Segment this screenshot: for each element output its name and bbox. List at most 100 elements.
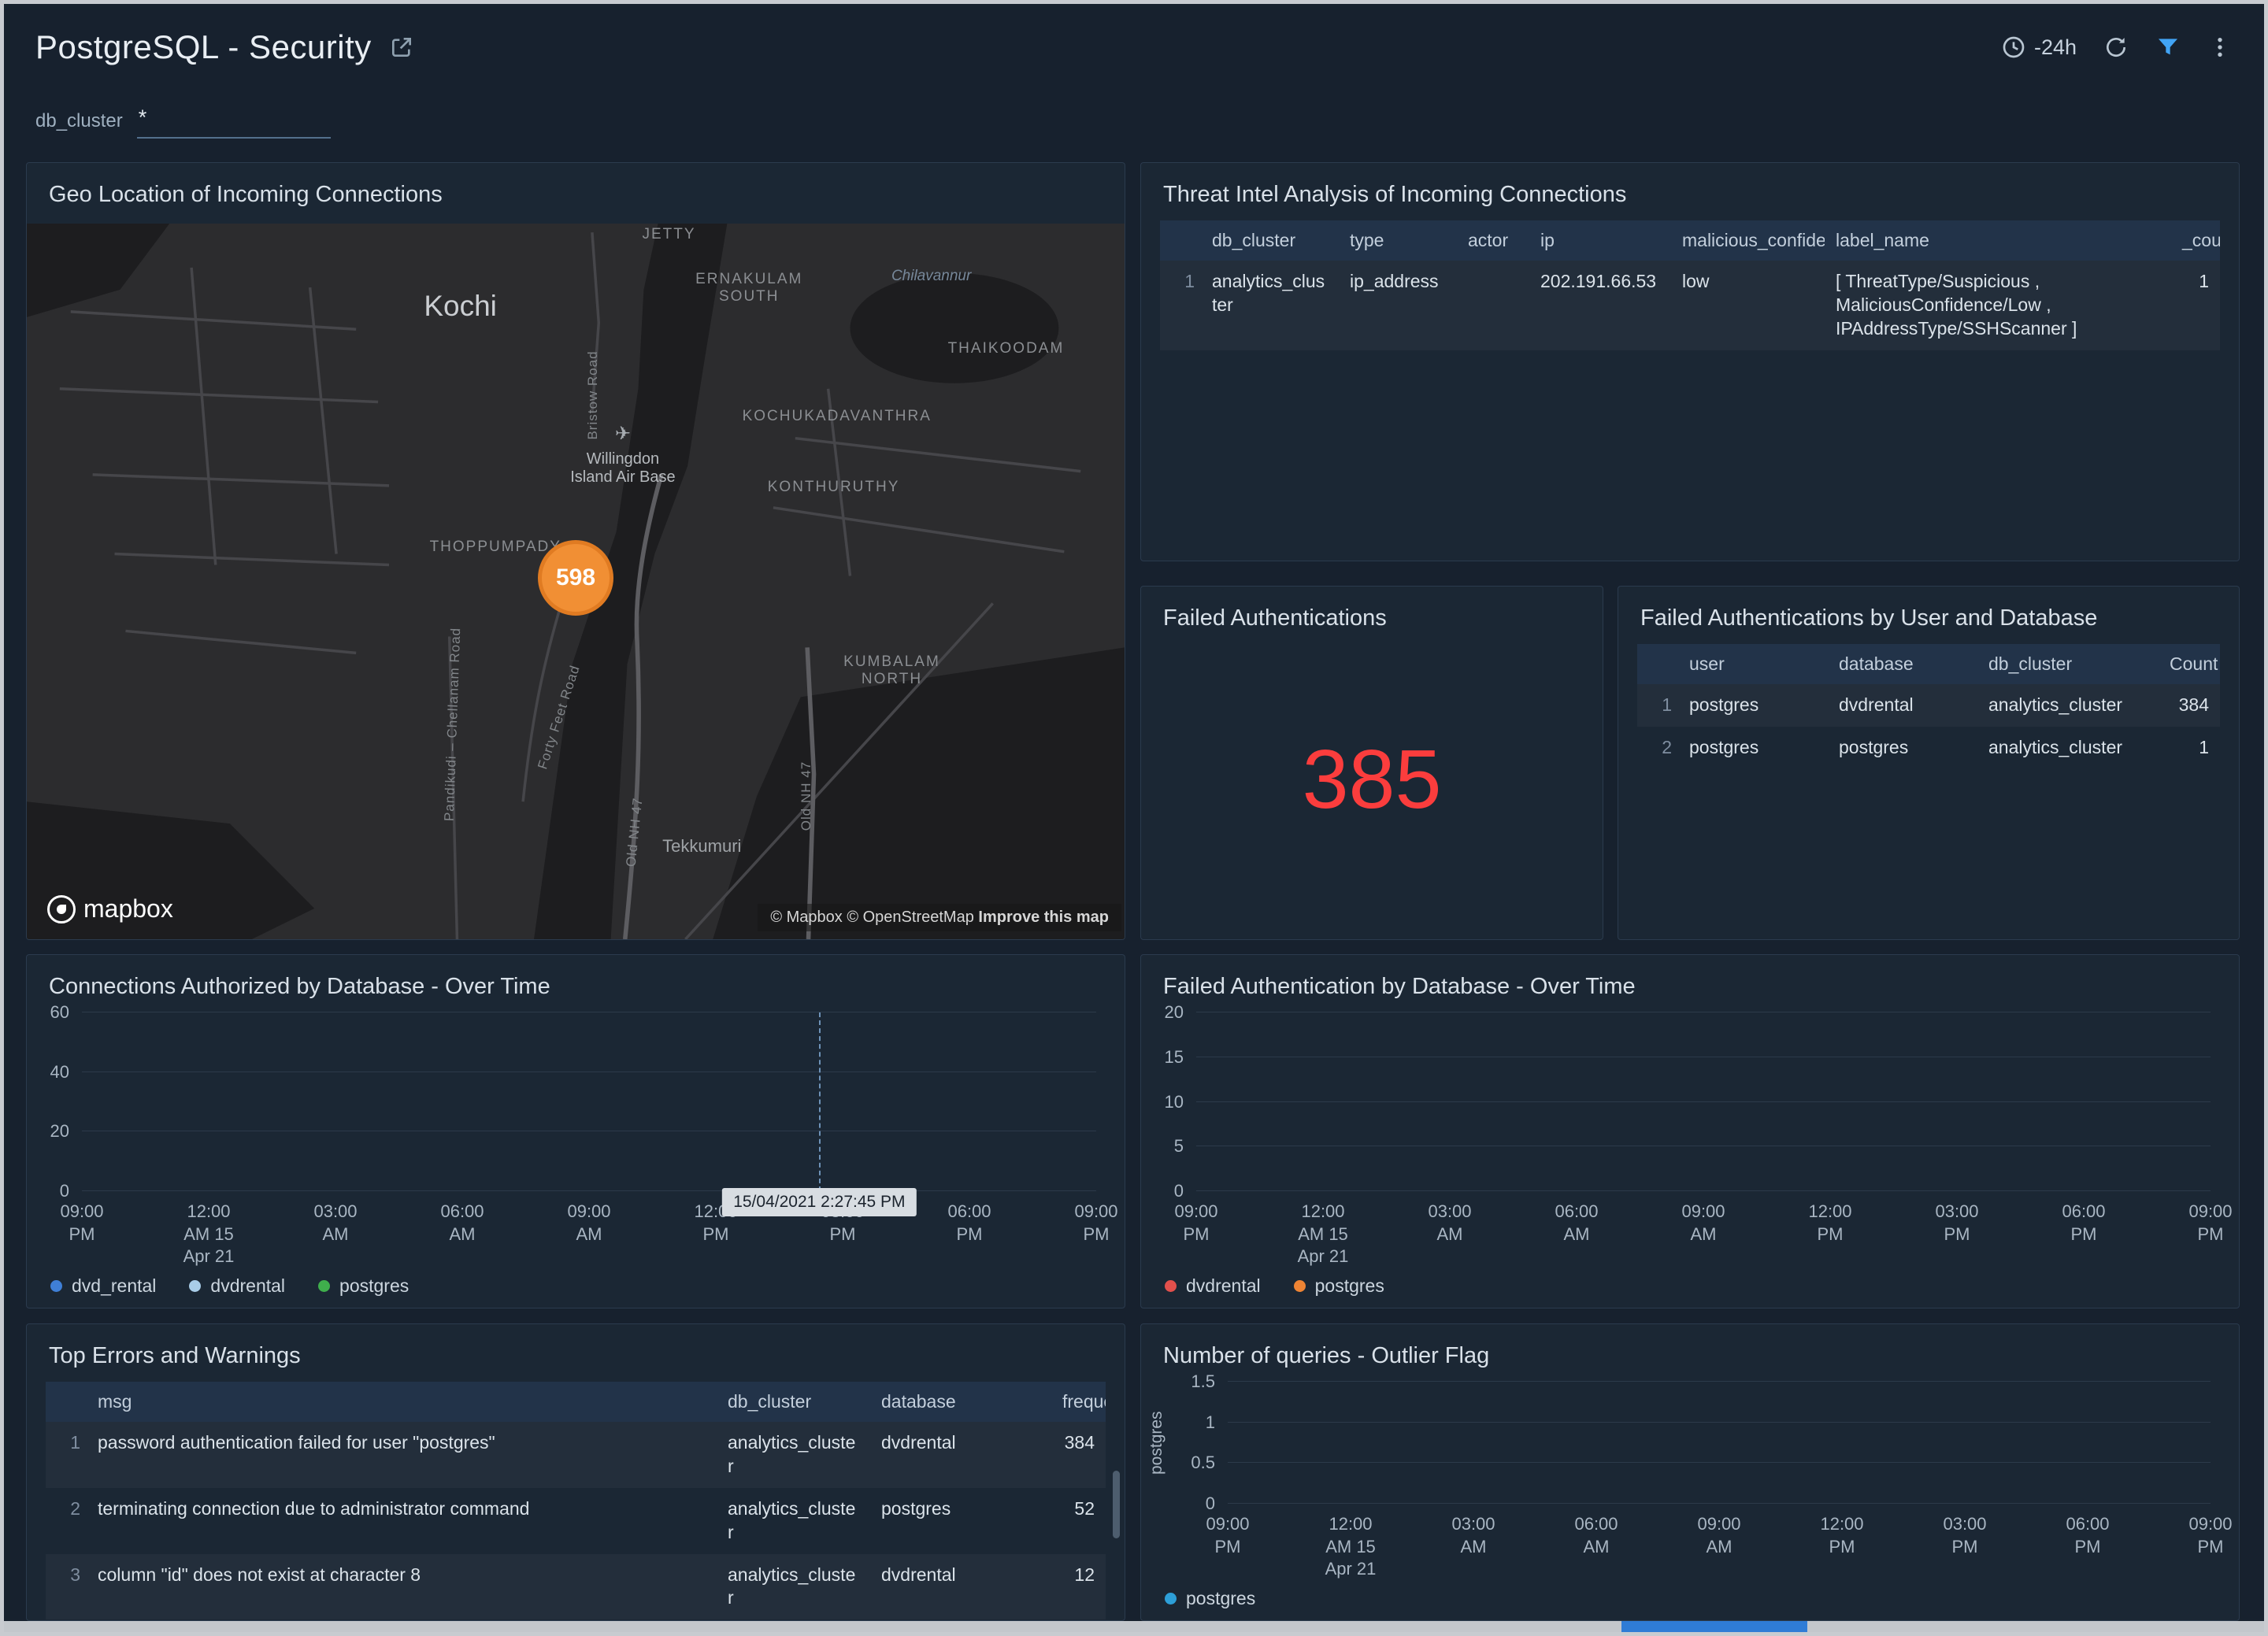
y-tick-label: 5 xyxy=(1174,1136,1184,1157)
x-tick-label: 06:00 AM xyxy=(435,1201,490,1246)
x-axis: 09:00 PM12:00 AM 15 Apr 2103:00 AM06:00 … xyxy=(1228,1504,2211,1576)
y-tick-label: 1 xyxy=(1206,1412,1215,1433)
time-cursor-line xyxy=(819,1012,821,1191)
table-header-row: msgdb_clusterdatabasefrequency xyxy=(46,1382,1106,1422)
x-tick-label: 09:00 AM xyxy=(561,1201,617,1246)
table-row[interactable]: 3column "id" does not exist at character… xyxy=(46,1554,1106,1620)
table-cell: postgres xyxy=(1678,684,1828,727)
y-axis: 00.511.5 xyxy=(1173,1382,1228,1504)
map-place-label: ✈ xyxy=(615,423,631,446)
plot-area[interactable] xyxy=(1196,1012,2211,1191)
column-header[interactable]: msg xyxy=(87,1382,717,1422)
horizontal-scrollbar-thumb[interactable] xyxy=(1621,1621,1807,1632)
x-tick-label: 06:00 AM xyxy=(1569,1513,1624,1558)
horizontal-scrollbar[interactable] xyxy=(4,1621,2264,1632)
plot-area[interactable] xyxy=(82,1012,1096,1191)
legend-item[interactable]: dvdrental xyxy=(189,1275,285,1297)
threat-intel-table: db_clustertypeactoripmalicious_confidenc… xyxy=(1160,220,2220,350)
column-header[interactable]: ip xyxy=(1529,220,1671,261)
filter-button[interactable] xyxy=(2155,35,2181,60)
table-cell: 1 xyxy=(2159,727,2220,769)
y-tick-label: 20 xyxy=(1165,1002,1184,1023)
x-tick-label: 09:00 PM xyxy=(54,1201,109,1246)
row-index: 1 xyxy=(46,1422,87,1488)
x-tick-label: 12:00 AM 15 Apr 21 xyxy=(1295,1201,1351,1268)
column-header[interactable]: database xyxy=(870,1382,1051,1422)
improve-map-link[interactable]: Improve this map xyxy=(978,909,1109,926)
x-tick-label: 09:00 PM xyxy=(1200,1513,1255,1558)
more-options-button[interactable] xyxy=(2207,35,2233,60)
table-cell xyxy=(1457,261,1529,350)
connections-over-time-chart: 0204060 09:00 PM12:00 AM 15 Apr 2103:00 … xyxy=(27,1012,1125,1308)
page-title: PostgreSQL - Security xyxy=(35,28,372,66)
outlier-flag-chart: postgres 00.511.5 09:00 PM12:00 AM 15 Ap… xyxy=(1141,1382,2239,1620)
legend-dot xyxy=(50,1280,62,1292)
table-row[interactable]: 2postgrespostgresanalytics_cluster1 xyxy=(1637,727,2220,769)
column-header[interactable]: malicious_confidence xyxy=(1671,220,1825,261)
table-cell: dvdrental xyxy=(1828,684,1977,727)
column-header[interactable]: frequency xyxy=(1051,1382,1106,1422)
column-header[interactable]: Count xyxy=(2159,644,2220,684)
map-place-label: Old NH 47 xyxy=(624,797,647,868)
failed-authentications-count: 385 xyxy=(1141,644,1603,939)
table-row[interactable]: 1postgresdvdrentalanalytics_cluster384 xyxy=(1637,684,2220,727)
panel-title: Geo Location of Incoming Connections xyxy=(27,163,1125,220)
table-header-row: db_clustertypeactoripmalicious_confidenc… xyxy=(1160,220,2220,261)
column-header[interactable]: db_cluster xyxy=(1977,644,2159,684)
x-tick-label: 09:00 AM xyxy=(1692,1513,1747,1558)
map-place-label: ERNAKULAM SOUTH xyxy=(695,271,802,305)
table-row[interactable]: 1password authentication failed for user… xyxy=(46,1422,1106,1488)
share-icon[interactable] xyxy=(389,35,414,60)
legend-item[interactable]: postgres xyxy=(1294,1275,1384,1297)
table-cell: low xyxy=(1671,261,1825,350)
mapbox-logo-text: mapbox xyxy=(83,894,173,923)
column-header[interactable]: db_cluster xyxy=(1201,220,1339,261)
table-cell: password authentication failed for user … xyxy=(87,1422,717,1488)
x-tick-label: 09:00 PM xyxy=(1069,1201,1124,1246)
table-scrollbar-thumb[interactable] xyxy=(1113,1471,1120,1538)
db-cluster-filter-input[interactable]: * xyxy=(137,104,331,139)
legend-item[interactable]: dvdrental xyxy=(1165,1275,1261,1297)
column-header[interactable]: _count xyxy=(2171,220,2220,261)
chart-legend: postgres xyxy=(1141,1576,2239,1620)
map-canvas[interactable]: JETTYKochiERNAKULAM SOUTHChilavannurTHAI… xyxy=(27,224,1125,939)
table-cell: analytics_cluster xyxy=(717,1554,870,1620)
y-tick-label: 40 xyxy=(50,1062,69,1083)
gridline xyxy=(1228,1381,2211,1382)
x-tick-label: 09:00 PM xyxy=(2183,1513,2238,1558)
column-header[interactable]: db_cluster xyxy=(717,1382,870,1422)
legend-dot xyxy=(1294,1280,1306,1292)
time-range-control[interactable]: -24h xyxy=(2001,35,2077,60)
x-axis: 09:00 PM12:00 AM 15 Apr 2103:00 AM06:00 … xyxy=(82,1191,1096,1264)
table-row[interactable]: 2terminating connection due to administr… xyxy=(46,1488,1106,1554)
kebab-menu-icon xyxy=(2207,35,2233,60)
column-header[interactable]: database xyxy=(1828,644,1977,684)
mapbox-logo[interactable]: mapbox xyxy=(47,894,173,923)
legend-item[interactable]: postgres xyxy=(318,1275,409,1297)
x-tick-label: 03:00 AM xyxy=(1422,1201,1477,1246)
legend-item[interactable]: dvd_rental xyxy=(50,1275,156,1297)
x-tick-label: 09:00 PM xyxy=(1169,1201,1224,1246)
row-index: 2 xyxy=(1637,727,1678,769)
table-cell: 52 xyxy=(1051,1488,1106,1554)
column-header[interactable]: label_name xyxy=(1825,220,2171,261)
plot-area[interactable] xyxy=(1228,1382,2211,1504)
legend-item[interactable]: postgres xyxy=(1165,1588,1255,1609)
x-tick-label: 12:00 PM xyxy=(1814,1513,1870,1558)
y-tick-label: 60 xyxy=(50,1002,69,1023)
column-header[interactable]: user xyxy=(1678,644,1828,684)
column-header[interactable]: type xyxy=(1339,220,1457,261)
table-row[interactable]: 1analytics_clusterip_address202.191.66.5… xyxy=(1160,261,2220,350)
attribution-text[interactable]: © Mapbox © OpenStreetMap xyxy=(770,909,974,926)
map-cluster-marker[interactable]: 598 xyxy=(538,540,613,616)
panel-failed-auth-over-time: Failed Authentication by Database - Over… xyxy=(1140,954,2240,1308)
row-index: 3 xyxy=(46,1554,87,1620)
map-place-label: KONTHURUTHY xyxy=(768,479,900,496)
column-header[interactable]: actor xyxy=(1457,220,1529,261)
y-axis: 0204060 xyxy=(27,1012,82,1191)
map-place-label: JETTY xyxy=(642,226,695,243)
table-cell: analytics_cluster xyxy=(1201,261,1339,350)
refresh-icon xyxy=(2103,35,2129,60)
x-tick-label: 12:00 PM xyxy=(1803,1201,1858,1246)
refresh-button[interactable] xyxy=(2103,35,2129,60)
